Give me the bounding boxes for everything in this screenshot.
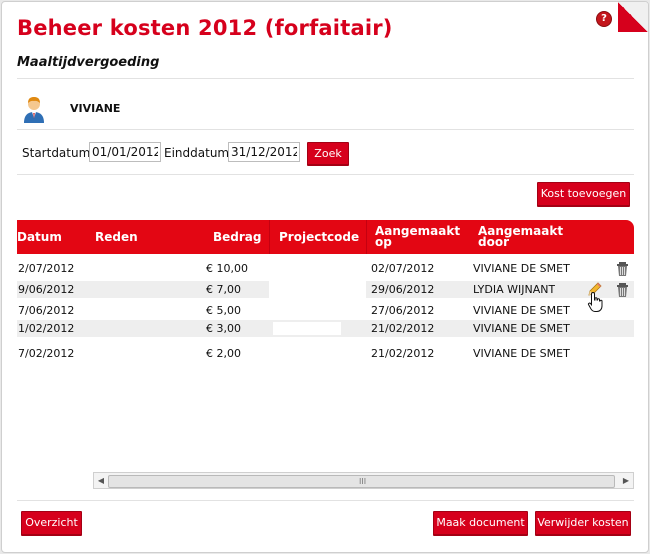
- table-row[interactable]: 2/07/2012 € 10,00 02/07/2012 VIVIANE DE …: [17, 260, 634, 277]
- overview-button[interactable]: Overzicht: [21, 511, 82, 535]
- page-subtitle: Maaltijdvergoeding: [17, 55, 160, 70]
- horizontal-scrollbar[interactable]: ◀ III ▶: [93, 472, 634, 489]
- help-icon[interactable]: ?: [597, 12, 611, 26]
- column-separator: [366, 220, 367, 254]
- user-avatar-icon: [24, 97, 44, 123]
- user-name: VIVIANE: [70, 102, 121, 115]
- trash-icon[interactable]: [614, 260, 631, 277]
- divider: [17, 78, 634, 79]
- start-date-input[interactable]: [89, 142, 161, 162]
- table-row[interactable]: 1/02/2012 € 3,00 21/02/2012 VIVIANE DE S…: [17, 320, 634, 337]
- column-header-projectcode[interactable]: Projectcode: [279, 220, 359, 254]
- page-title: Beheer kosten 2012 (forfaitair): [17, 16, 393, 40]
- search-button[interactable]: Zoek: [307, 142, 349, 165]
- cost-management-panel: Beheer kosten 2012 (forfaitair) ? Maalti…: [1, 1, 649, 553]
- grid-header: Datum Reden Bedrag Projectcode Aangemaak…: [17, 220, 634, 254]
- table-row[interactable]: 7/06/2012 € 5,00 27/06/2012 VIVIANE DE S…: [17, 302, 634, 319]
- column-header-aangemaakt-door[interactable]: Aangemaakt door: [478, 220, 568, 254]
- trash-icon[interactable]: [614, 281, 631, 298]
- make-document-button[interactable]: Maak document: [433, 511, 528, 535]
- table-row[interactable]: 7/02/2012 € 2,00 21/02/2012 VIVIANE DE S…: [17, 345, 634, 362]
- delete-costs-button[interactable]: Verwijder kosten: [535, 511, 631, 535]
- column-separator: [269, 220, 270, 254]
- page-corner-fold-icon: [618, 2, 648, 32]
- table-row[interactable]: 9/06/2012 € 7,00 29/06/2012 LYDIA WIJNAN…: [17, 281, 634, 312]
- column-header-datum[interactable]: Datum: [17, 220, 87, 254]
- column-header-reden[interactable]: Reden: [95, 220, 195, 254]
- start-date-label: Startdatum: [22, 146, 91, 160]
- scrollbar-thumb[interactable]: III: [108, 475, 615, 488]
- scroll-left-icon[interactable]: ◀: [96, 476, 106, 486]
- add-cost-button[interactable]: Kost toevoegen: [537, 182, 630, 206]
- end-date-input[interactable]: [228, 142, 300, 162]
- divider: [17, 174, 634, 175]
- end-date-label: Einddatum: [164, 146, 230, 160]
- column-header-bedrag[interactable]: Bedrag: [213, 220, 273, 254]
- divider: [17, 500, 634, 501]
- scroll-right-icon[interactable]: ▶: [621, 476, 631, 486]
- projectcode-cell: [273, 322, 341, 335]
- column-header-aangemaakt-op[interactable]: Aangemaakt op: [375, 220, 460, 254]
- projectcode-cell: [269, 281, 366, 298]
- divider: [17, 129, 634, 130]
- costs-grid: Datum Reden Bedrag Projectcode Aangemaak…: [17, 220, 634, 490]
